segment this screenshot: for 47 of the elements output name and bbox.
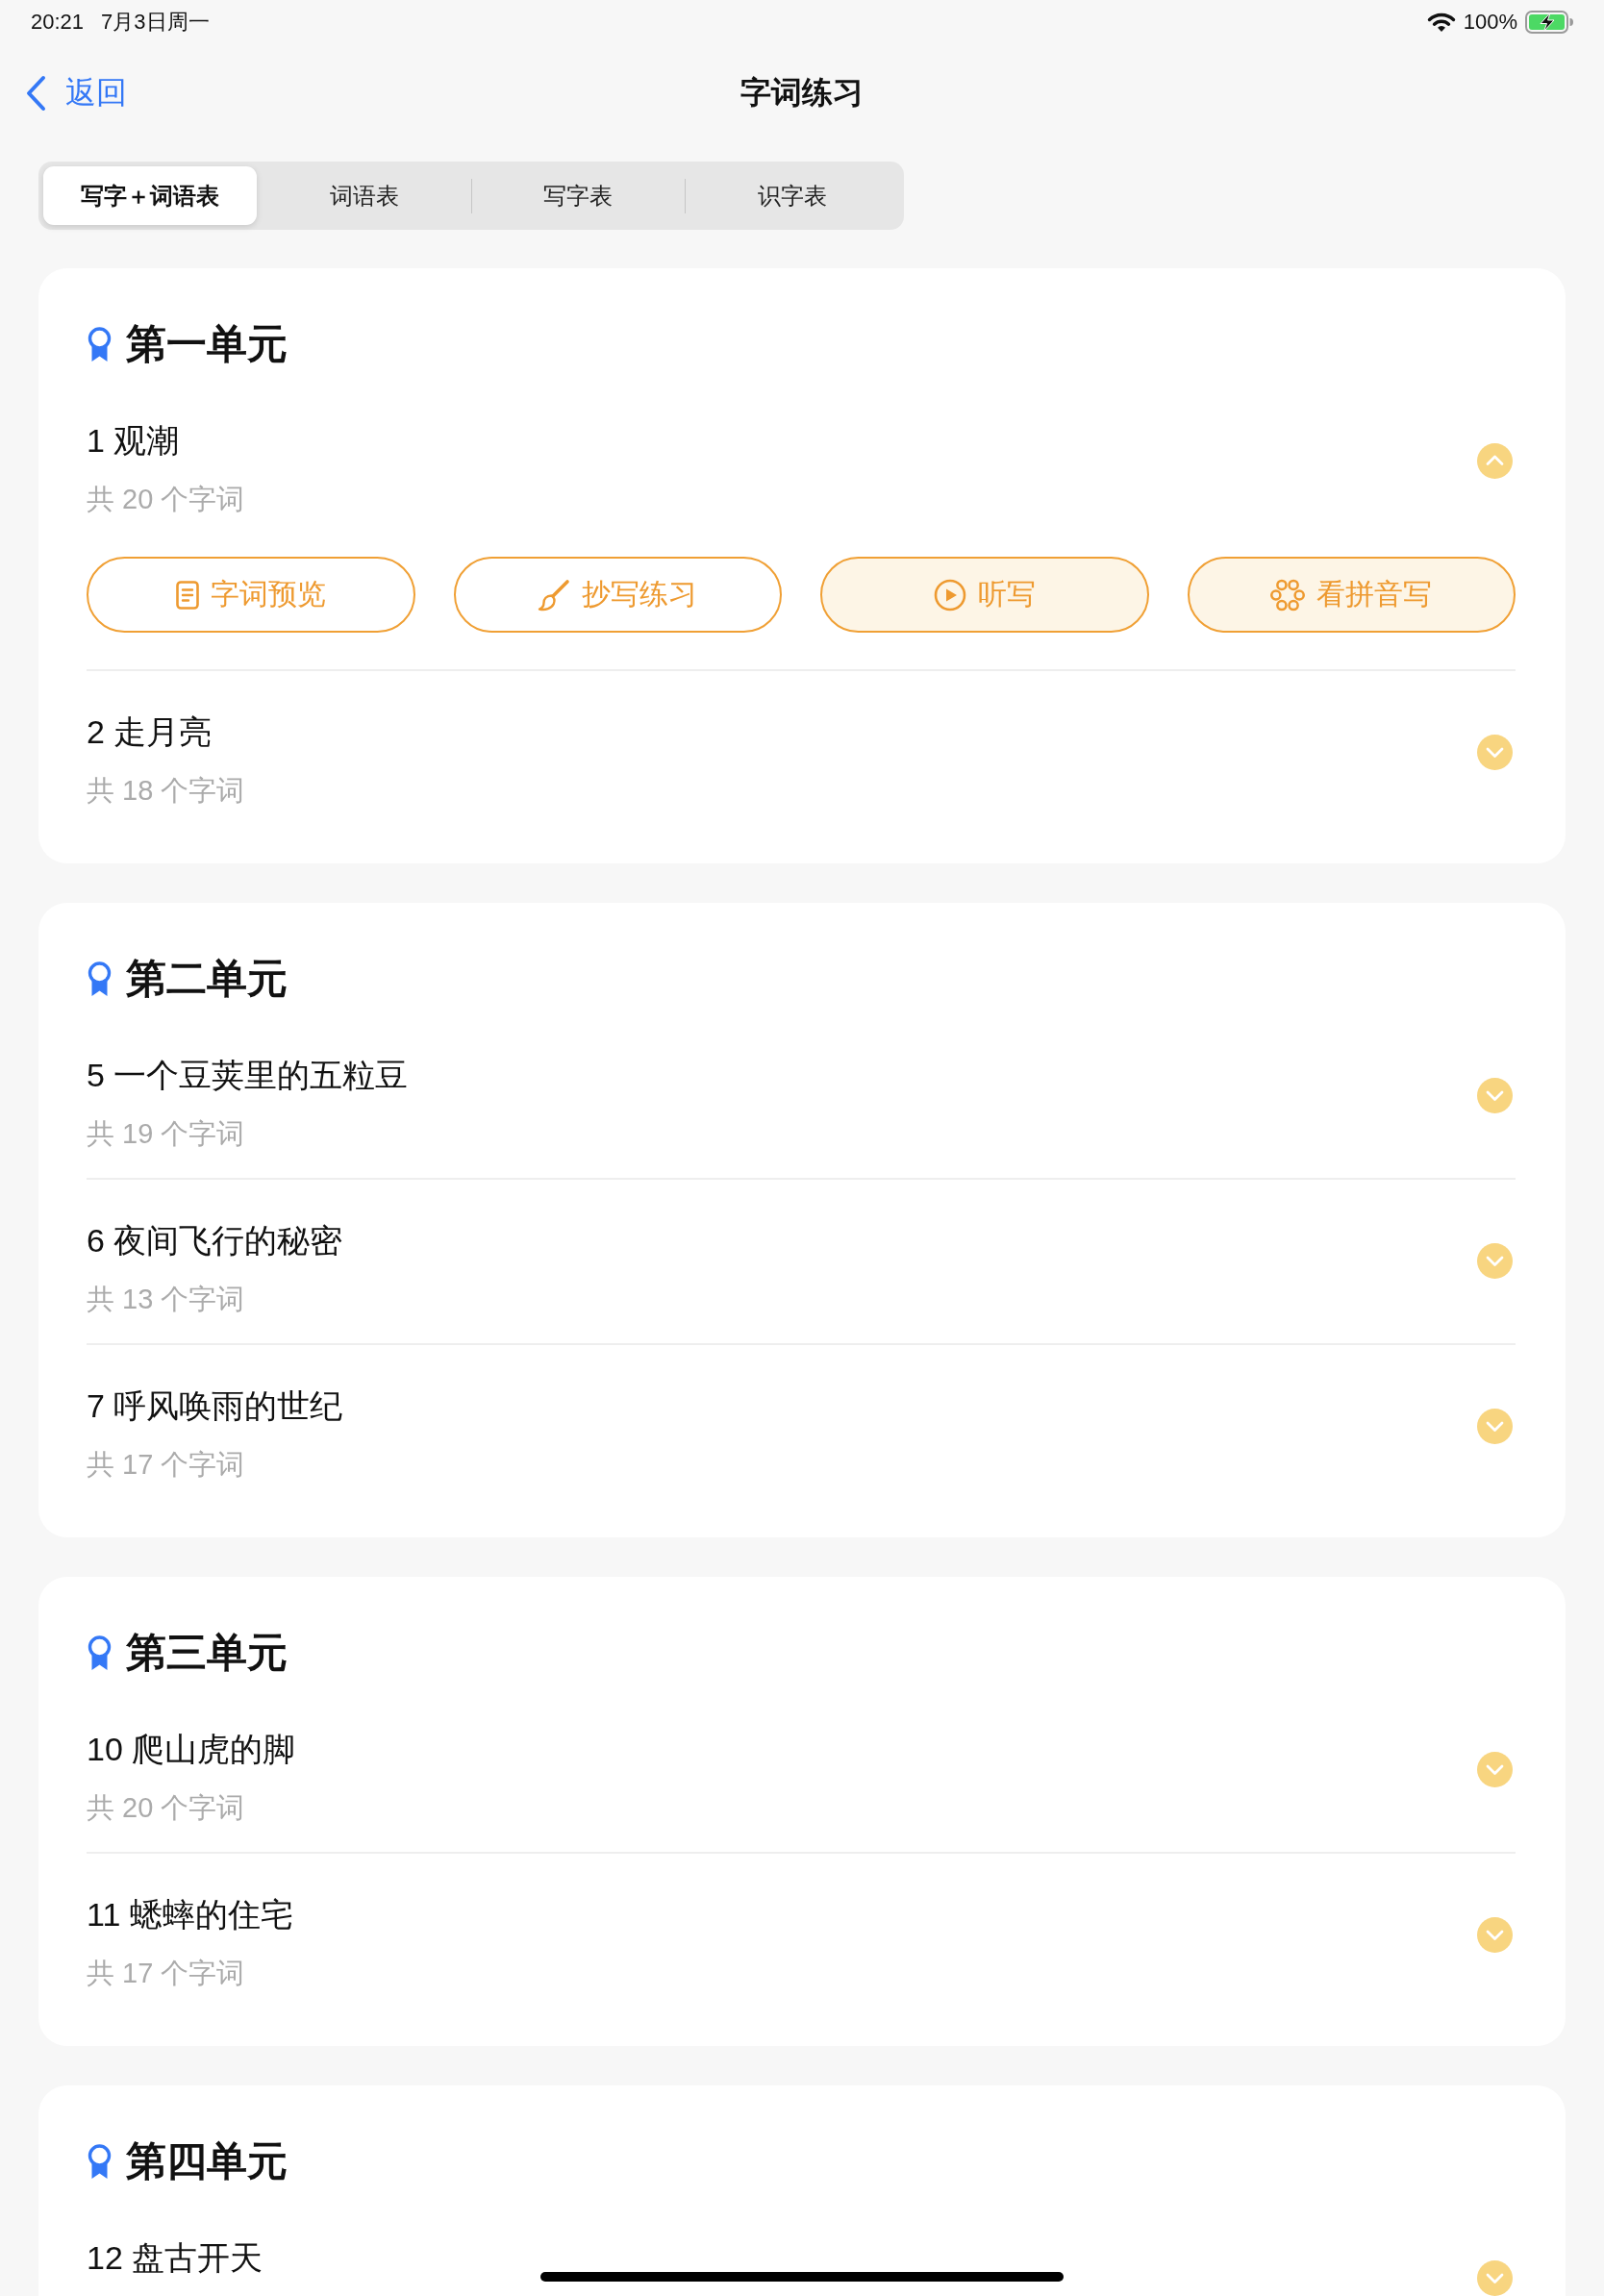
chevron-left-icon: [25, 75, 46, 112]
lesson-title[interactable]: 12 盘古开天: [87, 2234, 263, 2282]
award-icon: [87, 1635, 113, 1671]
word-count: 共 20 个字词: [87, 483, 245, 516]
chevron-down-icon[interactable]: [1477, 1752, 1513, 1787]
chevron-down-icon[interactable]: [1477, 735, 1513, 770]
lesson-title[interactable]: 5 一个豆荚里的五粒豆: [87, 1051, 409, 1099]
tab[interactable]: 写字＋词语表: [43, 166, 257, 225]
chevron-down-icon[interactable]: [1477, 2260, 1513, 2296]
chevron-down-icon[interactable]: [1477, 1078, 1513, 1113]
status-date: 7月3日周一: [101, 9, 210, 36]
back-button[interactable]: 返回: [0, 72, 127, 114]
chevron-up-icon[interactable]: [1477, 443, 1513, 479]
award-icon: [87, 961, 113, 997]
word-count: 共 17 个字词: [87, 1448, 245, 1482]
chevron-down-icon[interactable]: [1477, 1409, 1513, 1444]
award-icon: [87, 326, 113, 362]
unit-title: 第二单元: [126, 955, 288, 1003]
unit-title: 第三单元: [126, 1629, 288, 1677]
page-title: 字词练习: [740, 74, 864, 112]
lesson-title[interactable]: 6 夜间飞行的秘密: [87, 1216, 343, 1264]
lesson-title[interactable]: 10 爬山虎的脚: [87, 1725, 296, 1773]
battery-icon: [1525, 11, 1573, 34]
wifi-icon: [1426, 12, 1456, 33]
play-icon: [933, 578, 966, 611]
word-count: 共 19 个字词: [87, 1117, 245, 1151]
chevron-down-icon[interactable]: [1477, 1243, 1513, 1279]
word-count: 共 17 个字词: [87, 1957, 245, 1990]
chevron-down-icon[interactable]: [1477, 1917, 1513, 1953]
document-icon: [175, 580, 199, 610]
award-icon: [87, 2143, 113, 2180]
tab[interactable]: 识字表: [686, 166, 899, 225]
brush-icon: [538, 578, 571, 611]
word-count: 共 13 个字词: [87, 1283, 245, 1316]
status-time: 20:21: [31, 10, 85, 35]
lesson-title[interactable]: 1 观潮: [87, 416, 180, 464]
tab[interactable]: 词语表: [257, 166, 471, 225]
circles-icon: [1270, 577, 1306, 612]
lesson-title[interactable]: 11 蟋蟀的住宅: [87, 1890, 293, 1938]
lesson-title[interactable]: 7 呼风唤雨的世纪: [87, 1382, 343, 1430]
battery-percent: 100%: [1463, 10, 1517, 35]
unit-title: 第一单元: [126, 320, 288, 368]
lesson-title[interactable]: 2 走月亮: [87, 708, 213, 756]
word-count: 共 20 个字词: [87, 1791, 245, 1825]
unit-title: 第四单元: [126, 2137, 288, 2185]
tab[interactable]: 写字表: [471, 166, 686, 225]
word-count: 共 18 个字词: [87, 774, 245, 808]
